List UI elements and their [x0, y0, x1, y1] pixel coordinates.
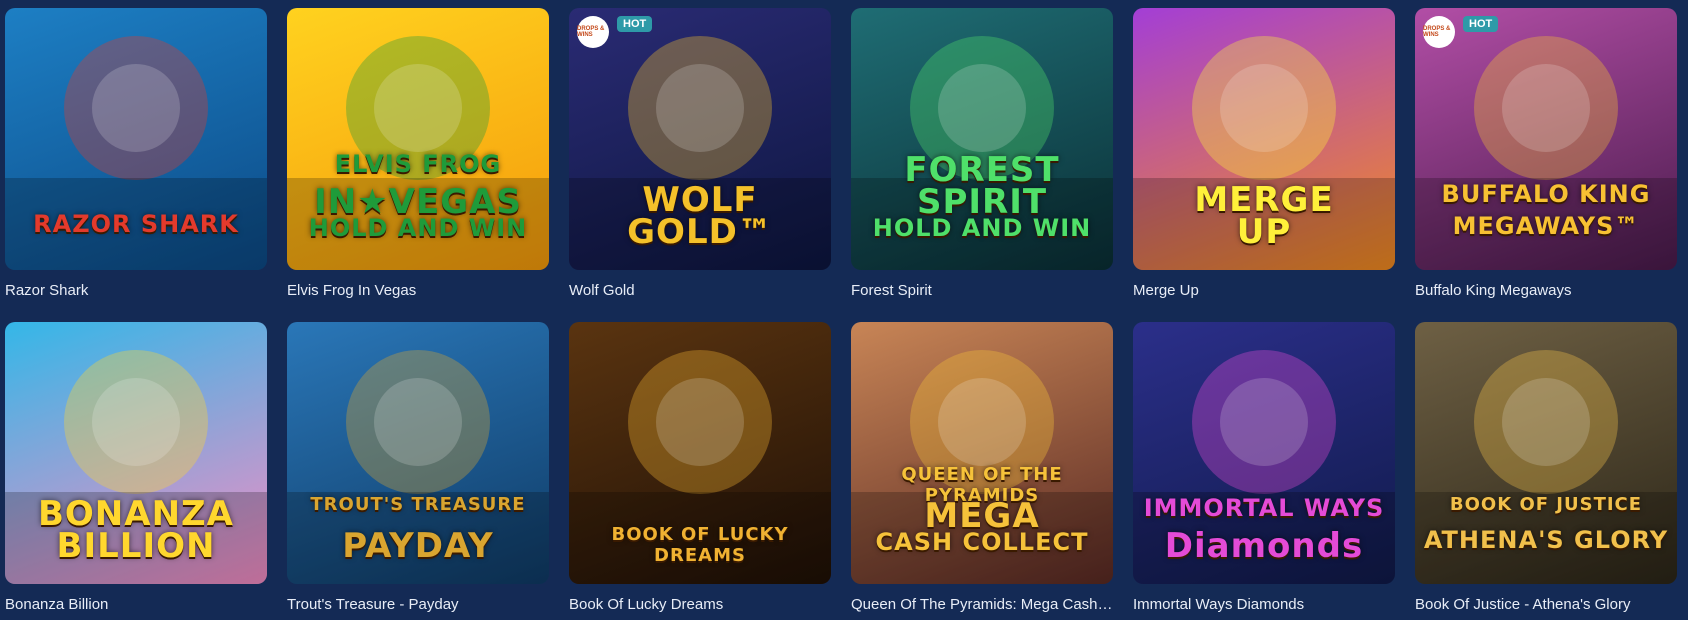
- drops-and-wins-badge: DROPS & WINS: [577, 16, 609, 48]
- gem-art: [1133, 36, 1395, 270]
- game-tile[interactable]: TROUT'S TREASURE PAYDAY Trout's Treasure -…: [287, 322, 549, 614]
- queen-art: [851, 350, 1113, 584]
- game-thumbnail[interactable]: ELVIS FROG IN★VEGAS HOLD AND WIN: [287, 8, 549, 270]
- buffalo-art: [1415, 36, 1677, 270]
- book-art: [569, 350, 831, 584]
- game-title[interactable]: Queen Of The Pyramids: Mega Cash Collect: [851, 596, 1113, 614]
- game-title[interactable]: Razor Shark: [5, 282, 267, 300]
- frog-art: [287, 36, 549, 270]
- game-title[interactable]: Merge Up: [1133, 282, 1395, 300]
- game-title[interactable]: Book Of Justice - Athena's Glory: [1415, 596, 1677, 614]
- game-thumbnail[interactable]: QUEEN OF THE PYRAMIDS MEGA CASH COLLECT: [851, 322, 1113, 584]
- game-thumbnail[interactable]: BOOK OF LUCKY DREAMS: [569, 322, 831, 584]
- bear-art: [851, 36, 1113, 270]
- game-title[interactable]: Wolf Gold: [569, 282, 831, 300]
- game-title[interactable]: Elvis Frog In Vegas: [287, 282, 549, 300]
- game-tile[interactable]: WOLF GOLD™ DROPS & WINS HOT Wolf Gold: [569, 8, 831, 300]
- game-tile[interactable]: BOOK OF LUCKY DREAMS Book Of Lucky Dreams: [569, 322, 831, 614]
- candy-art: [5, 350, 267, 584]
- game-thumbnail[interactable]: TROUT'S TREASURE PAYDAY: [287, 322, 549, 584]
- drops-and-wins-badge: DROPS & WINS: [1423, 16, 1455, 48]
- athena-art: [1415, 350, 1677, 584]
- game-tile[interactable]: MERGE UP Merge Up: [1133, 8, 1395, 300]
- game-title[interactable]: Immortal Ways Diamonds: [1133, 596, 1395, 614]
- game-grid: RAZOR SHARK Razor Shark ELVIS FROG IN★VEGAS…: [0, 0, 1688, 614]
- game-title[interactable]: Buffalo King Megaways: [1415, 282, 1677, 300]
- game-tile[interactable]: QUEEN OF THE PYRAMIDS MEGA CASH COLLECT Que…: [851, 322, 1113, 614]
- sevens-art: [1133, 350, 1395, 584]
- game-tile[interactable]: FOREST SPIRIT HOLD AND WIN Forest Spirit: [851, 8, 1113, 300]
- game-tile[interactable]: IMMORTAL WAYS Diamonds Immortal Ways Diamo…: [1133, 322, 1395, 614]
- game-tile[interactable]: BUFFALO KING MEGAWAYS™ DROPS & WINS HOT Buff…: [1415, 8, 1677, 300]
- fisherman-art: [287, 350, 549, 584]
- game-title[interactable]: Trout's Treasure - Payday: [287, 596, 549, 614]
- game-thumbnail[interactable]: MERGE UP: [1133, 8, 1395, 270]
- game-thumbnail[interactable]: FOREST SPIRIT HOLD AND WIN: [851, 8, 1113, 270]
- game-title[interactable]: Book Of Lucky Dreams: [569, 596, 831, 614]
- hot-badge: HOT: [1463, 16, 1499, 32]
- shark-art: [5, 36, 267, 270]
- hot-badge: HOT: [617, 16, 653, 32]
- game-thumbnail[interactable]: BONANZA BILLION: [5, 322, 267, 584]
- game-tile[interactable]: BOOK OF JUSTICE ATHENA'S GLORY Book Of Jus…: [1415, 322, 1677, 614]
- game-title[interactable]: Forest Spirit: [851, 282, 1113, 300]
- game-thumbnail[interactable]: WOLF GOLD™ DROPS & WINS HOT: [569, 8, 831, 270]
- game-tile[interactable]: ELVIS FROG IN★VEGAS HOLD AND WIN Elvis Frog…: [287, 8, 549, 300]
- game-thumbnail[interactable]: BOOK OF JUSTICE ATHENA'S GLORY: [1415, 322, 1677, 584]
- game-thumbnail[interactable]: IMMORTAL WAYS Diamonds: [1133, 322, 1395, 584]
- game-tile[interactable]: BONANZA BILLION Bonanza Billion: [5, 322, 267, 614]
- game-title[interactable]: Bonanza Billion: [5, 596, 267, 614]
- game-thumbnail[interactable]: BUFFALO KING MEGAWAYS™ DROPS & WINS HOT: [1415, 8, 1677, 270]
- game-tile[interactable]: RAZOR SHARK Razor Shark: [5, 8, 267, 300]
- game-thumbnail[interactable]: RAZOR SHARK: [5, 8, 267, 270]
- wolf-art: [569, 36, 831, 270]
